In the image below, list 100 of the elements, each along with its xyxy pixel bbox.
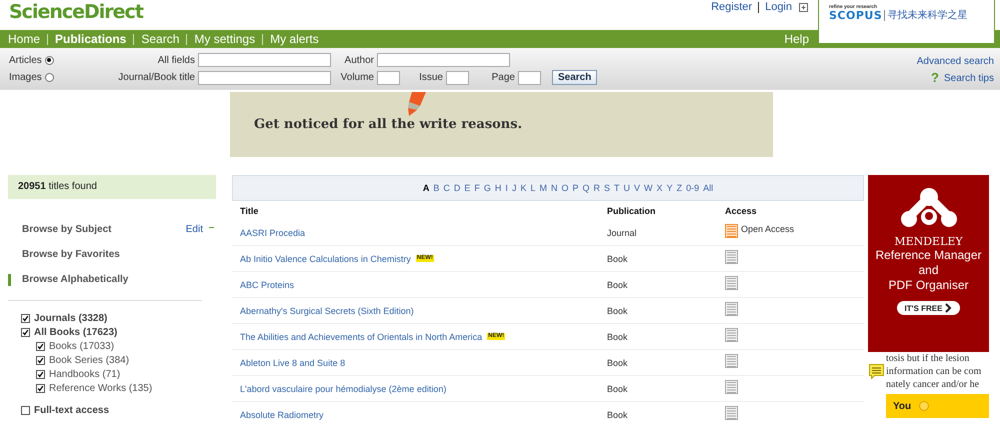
- title-link[interactable]: Ab Initio Valence Calculations in Chemistry: [240, 254, 411, 264]
- radio-button[interactable]: [44, 56, 54, 64]
- logo[interactable]: ScienceDirect: [9, 1, 143, 23]
- free-button[interactable]: IT'S FREE: [896, 301, 960, 315]
- letter-link[interactable]: G: [484, 183, 491, 193]
- letter-link[interactable]: S: [604, 183, 610, 193]
- advanced-search-link[interactable]: Advanced search: [916, 56, 994, 67]
- nav-tab[interactable]: Search: [141, 32, 180, 46]
- column-header: Publication: [606, 206, 657, 218]
- field-label: Volume: [340, 72, 374, 83]
- table-cell: Journal: [607, 228, 637, 238]
- chevron-icon: [945, 303, 952, 313]
- notification-bar[interactable]: You: [886, 394, 989, 418]
- header-link[interactable]: Register: [711, 1, 752, 13]
- checkbox[interactable]: [36, 384, 45, 392]
- help-icon: ?: [931, 72, 939, 84]
- letter-link[interactable]: B: [433, 183, 440, 193]
- checkbox[interactable]: [36, 370, 45, 378]
- nav-tab[interactable]: My settings: [194, 32, 256, 46]
- browse-option[interactable]: Browse Alphabetically: [8, 274, 128, 286]
- letter-link[interactable]: N: [550, 183, 558, 193]
- popup-text: information can be com: [886, 365, 982, 378]
- filter-label: Full-text access: [34, 404, 110, 416]
- letter-link[interactable]: U: [624, 183, 630, 193]
- table-cell: Book: [607, 358, 628, 368]
- nav-tab[interactable]: My alerts: [270, 32, 319, 46]
- nav-tab[interactable]: Home: [8, 32, 40, 46]
- ad-text: and: [918, 263, 939, 278]
- letter-link[interactable]: W: [644, 183, 653, 193]
- title-link[interactable]: ABC Proteins: [240, 280, 294, 290]
- checkbox[interactable]: [21, 406, 30, 414]
- letter-link[interactable]: M: [539, 183, 547, 193]
- letter-link[interactable]: R: [594, 183, 600, 193]
- checkbox[interactable]: [21, 328, 30, 336]
- title-link[interactable]: L'abord vasculaire pour hémodialyse (2ème edition): [240, 384, 446, 394]
- title-link[interactable]: AASRI Procedia: [240, 228, 306, 238]
- input-field[interactable]: [198, 70, 331, 84]
- filter-label: Books (17033): [49, 340, 114, 352]
- title-link[interactable]: Abernathy's Surgical Secrets (Sixth Edition): [240, 306, 414, 316]
- letter-link[interactable]: Z: [676, 183, 682, 193]
- header-link[interactable]: Login: [765, 1, 792, 13]
- mendeley-ad[interactable]: MENDELEY Reference Manager and PDF Organiser IT'S FREE: [868, 175, 989, 352]
- letter-link[interactable]: V: [634, 183, 640, 193]
- popup-text: nately cancer and/or he: [886, 378, 980, 391]
- letter-link[interactable]: X: [656, 183, 663, 193]
- access-label: Open Access: [741, 224, 794, 234]
- letter-link[interactable]: K: [520, 183, 526, 193]
- letter-link[interactable]: A: [422, 183, 430, 193]
- letter-link[interactable]: C: [443, 183, 450, 193]
- help-link[interactable]: Help: [784, 32, 809, 46]
- letter-link[interactable]: O: [561, 183, 568, 193]
- title-link[interactable]: The Abilities and Achievements of Orientals in North America: [240, 332, 482, 342]
- field-label: Author: [344, 54, 374, 66]
- input-field[interactable]: [377, 70, 400, 84]
- filter-label: Handbooks (71): [49, 368, 120, 380]
- letter-link[interactable]: P: [572, 183, 578, 193]
- radio-button[interactable]: [44, 73, 54, 82]
- column-header: Title: [239, 206, 260, 218]
- checkbox[interactable]: [36, 342, 45, 350]
- field-label: Journal/Book title: [117, 72, 195, 83]
- checkbox[interactable]: [36, 356, 45, 364]
- edit-link[interactable]: Edit: [186, 224, 203, 235]
- letter-link[interactable]: F: [474, 183, 480, 193]
- brand-name: MENDELEY: [894, 235, 963, 248]
- letter-link[interactable]: H: [494, 183, 502, 193]
- checkbox[interactable]: [21, 314, 30, 322]
- letter-link[interactable]: All: [703, 183, 714, 193]
- note-icon: [869, 364, 884, 379]
- bar-label: You: [893, 400, 912, 412]
- letter-link[interactable]: 0-9: [686, 183, 700, 193]
- column-header: Access: [724, 206, 758, 218]
- input-field[interactable]: [518, 70, 541, 84]
- search-tips-link[interactable]: Search tips: [944, 72, 994, 84]
- letter-link[interactable]: I: [505, 183, 508, 193]
- filter-label: Reference Works (135): [49, 382, 152, 394]
- input-field[interactable]: [377, 53, 510, 67]
- browse-option[interactable]: Browse by Subject: [8, 224, 112, 236]
- ad-text: PDF Organiser: [888, 278, 969, 293]
- letter-link[interactable]: Q: [582, 183, 590, 193]
- browse-option[interactable]: Browse by Favorites: [8, 248, 120, 260]
- letter-link[interactable]: Y: [666, 183, 673, 193]
- table-cell: Book: [607, 410, 628, 420]
- letter-link[interactable]: E: [464, 183, 470, 193]
- search-button[interactable]: Search: [552, 70, 598, 85]
- input-field[interactable]: [446, 70, 469, 84]
- letter-link[interactable]: T: [614, 183, 620, 193]
- title-link[interactable]: Absolute Radiometry: [240, 410, 324, 420]
- popup-text: tosis but if the lesion: [886, 352, 970, 365]
- expand-icon: [799, 2, 808, 12]
- circle-icon: [919, 401, 930, 411]
- letter-link[interactable]: L: [530, 183, 536, 193]
- filter-label: Book Series (384): [49, 354, 130, 366]
- letter-link[interactable]: D: [454, 183, 460, 193]
- title-link[interactable]: Ableton Live 8 and Suite 8: [240, 358, 346, 368]
- filter-label: Journals (3328): [34, 312, 108, 324]
- banner-ad[interactable]: Get noticed for all the write reasons.: [230, 92, 773, 157]
- input-field[interactable]: [198, 53, 331, 67]
- nav-tab[interactable]: Publications: [55, 32, 126, 46]
- field-label: Issue: [418, 72, 443, 83]
- letter-link[interactable]: J: [512, 183, 516, 193]
